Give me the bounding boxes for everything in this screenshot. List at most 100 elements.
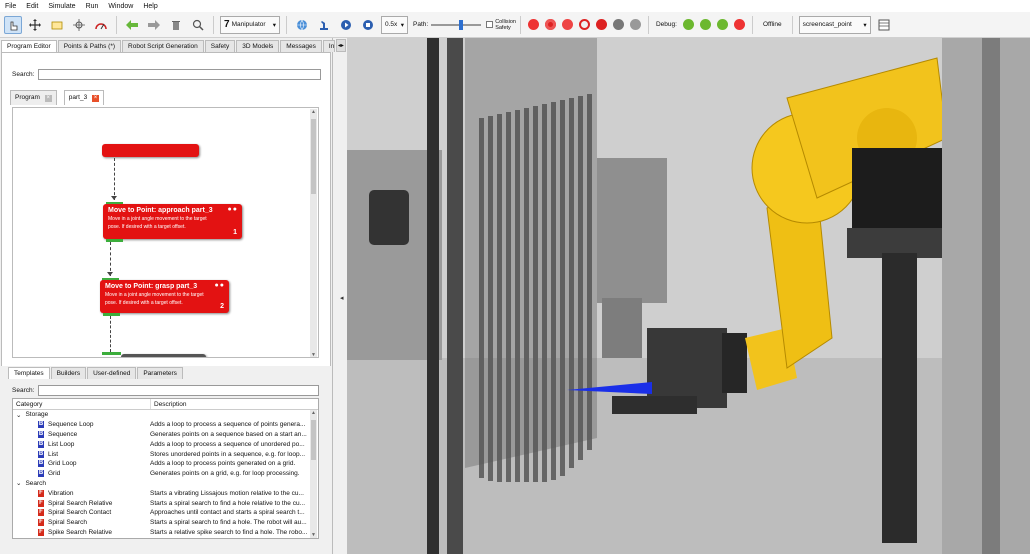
stop-record-button[interactable] <box>544 19 556 30</box>
tab-safety[interactable]: Safety <box>204 40 236 52</box>
start-node[interactable] <box>102 144 199 157</box>
tab-points-paths[interactable]: Points & Paths (*) <box>57 40 122 52</box>
robot-arm-button[interactable] <box>315 16 333 34</box>
path-slider[interactable] <box>431 19 482 30</box>
list-item[interactable]: B List Loop Adds a loop to process a seque… <box>13 439 318 449</box>
list-item[interactable]: B Grid Loop Adds a loop to process points … <box>13 459 318 469</box>
tab-messages[interactable]: Messages <box>280 40 322 52</box>
tree-group-search[interactable]: ⌄ Search <box>13 479 318 489</box>
pointer-tool-button[interactable] <box>4 15 22 34</box>
debug-next-button[interactable] <box>716 19 728 30</box>
tab-3d-models[interactable]: 3D Models <box>236 40 280 52</box>
frame-tool-button[interactable] <box>70 16 88 34</box>
node-menu-icon[interactable]: ●● <box>228 206 238 213</box>
scroll-down-icon[interactable]: ▼ <box>310 532 317 538</box>
function-block-icon: F <box>38 519 44 527</box>
list-item[interactable]: F Spiral Search Relative Starts a spiral s… <box>13 498 318 508</box>
list-item[interactable]: B Sequence Loop Adds a loop to process a s… <box>13 420 318 430</box>
collapse-panel-handle[interactable]: ◂ <box>340 294 344 302</box>
menu-edit[interactable]: Edit <box>21 3 43 10</box>
record-button[interactable] <box>527 19 539 30</box>
scrollbar-thumb[interactable] <box>311 119 316 194</box>
tree-vertical-scrollbar[interactable]: ▲ ▼ <box>310 410 317 538</box>
flow-vertical-scrollbar[interactable]: ▲ ▼ <box>310 109 317 357</box>
scroll-up-icon[interactable]: ▲ <box>310 109 317 115</box>
manipulator-dropdown[interactable]: 7 Manipulator ▾ <box>220 15 280 34</box>
speed-dropdown[interactable]: 0.5x ▾ <box>381 15 408 34</box>
hand-pointer-icon <box>10 21 18 30</box>
3d-viewport[interactable] <box>347 38 1030 554</box>
list-item[interactable]: F Spike Search Relative Starts a relative … <box>13 528 318 538</box>
tab-user-defined[interactable]: User-defined <box>87 367 137 379</box>
tab-parameters[interactable]: Parameters <box>137 367 183 379</box>
menu-simulate[interactable]: Simulate <box>43 3 80 10</box>
target-button[interactable] <box>578 19 590 30</box>
pause-robot-button[interactable] <box>612 19 624 30</box>
globe-button[interactable] <box>293 16 311 34</box>
template-search-input[interactable] <box>38 385 320 396</box>
tab-program-editor[interactable]: Program Editor <box>1 40 57 52</box>
close-icon[interactable]: × <box>92 95 99 102</box>
menu-window[interactable]: Window <box>103 3 138 10</box>
program-search: Search: <box>12 69 322 80</box>
settings-button[interactable] <box>629 19 641 30</box>
tab-builders[interactable]: Builders <box>50 367 87 379</box>
search-button[interactable] <box>189 16 207 34</box>
table-button[interactable] <box>875 16 893 34</box>
point-select-dropdown[interactable]: screencast_point ▾ <box>798 15 871 34</box>
next-node[interactable] <box>121 354 206 357</box>
robot-record-button[interactable] <box>561 19 573 30</box>
node-grasp-part3[interactable]: Move to Point: grasp part_3 Move in a jo… <box>100 280 229 313</box>
tab-robot-script-generation[interactable]: Robot Script Generation <box>122 40 204 52</box>
list-item[interactable]: B Sequence Generates points on a sequence … <box>13 430 318 440</box>
function-block-icon: F <box>38 489 44 497</box>
select-box-tool-button[interactable] <box>48 16 66 34</box>
program-flow-canvas[interactable]: Move to Point: approach part_3 Move in a… <box>12 107 319 358</box>
program-search-input[interactable] <box>38 69 322 80</box>
program-tab-part3[interactable]: part_3 × <box>63 90 104 105</box>
list-item[interactable]: F Vibration Starts a vibrating Lissajous m… <box>13 488 318 498</box>
checkbox-box[interactable] <box>486 21 494 28</box>
chevron-down-icon[interactable]: ⌄ <box>16 411 21 419</box>
stop-simulation-button[interactable] <box>359 16 377 34</box>
chevron-down-icon[interactable]: ⌄ <box>16 479 21 487</box>
forward-button[interactable] <box>145 16 163 34</box>
debug-stop-button[interactable] <box>733 19 745 30</box>
column-category[interactable]: Category <box>13 399 150 409</box>
scroll-up-icon[interactable]: ▲ <box>310 410 317 416</box>
scroll-down-icon[interactable]: ▼ <box>310 352 317 357</box>
record-path-button[interactable] <box>595 19 607 30</box>
delete-button[interactable] <box>167 16 185 34</box>
slider-handle[interactable] <box>459 19 464 30</box>
list-item[interactable]: B Grid Generates points on a grid, e.g. fo… <box>13 469 318 479</box>
gauge-tool-button[interactable] <box>92 16 110 34</box>
menu-run[interactable]: Run <box>81 3 104 10</box>
menu-file[interactable]: File <box>0 3 21 10</box>
column-description[interactable]: Description <box>150 399 310 409</box>
debug-play-button[interactable] <box>682 19 694 30</box>
node-approach-part3[interactable]: Move to Point: approach part_3 Move in a… <box>103 204 242 239</box>
node-input-port[interactable] <box>102 352 121 355</box>
tree-group-storage[interactable]: ⌄ Storage <box>13 410 318 420</box>
node-menu-icon[interactable]: ●● <box>215 282 225 289</box>
debug-step-button[interactable] <box>699 19 711 30</box>
back-button[interactable] <box>123 16 141 34</box>
play-simulation-button[interactable] <box>337 16 355 34</box>
item-name: Spike Search Relative <box>48 528 112 536</box>
program-tab-program[interactable]: Program × <box>10 90 57 105</box>
node-output-port[interactable] <box>103 313 120 316</box>
close-icon[interactable]: × <box>44 95 52 102</box>
item-description: Adds a loop to process a sequence of uno… <box>150 440 305 448</box>
list-item[interactable]: F Spiral Search Starts a spiral search to … <box>13 518 318 528</box>
list-item[interactable]: F Spiral Search Contact Approaches until c… <box>13 508 318 518</box>
menu-help[interactable]: Help <box>138 3 162 10</box>
tab-info[interactable]: Info <box>322 40 335 52</box>
tab-templates[interactable]: Templates <box>8 367 50 379</box>
node-output-port[interactable] <box>106 239 123 242</box>
collision-safety-checkbox[interactable]: Collision Safety <box>486 19 516 31</box>
list-item[interactable]: B List Stores unordered points in a sequen… <box>13 449 318 459</box>
scrollbar-thumb[interactable] <box>311 420 316 460</box>
template-search: Search: <box>12 385 320 396</box>
move-tool-button[interactable] <box>26 16 44 34</box>
tab-scroll-arrows[interactable]: ◂▸ <box>335 39 346 52</box>
